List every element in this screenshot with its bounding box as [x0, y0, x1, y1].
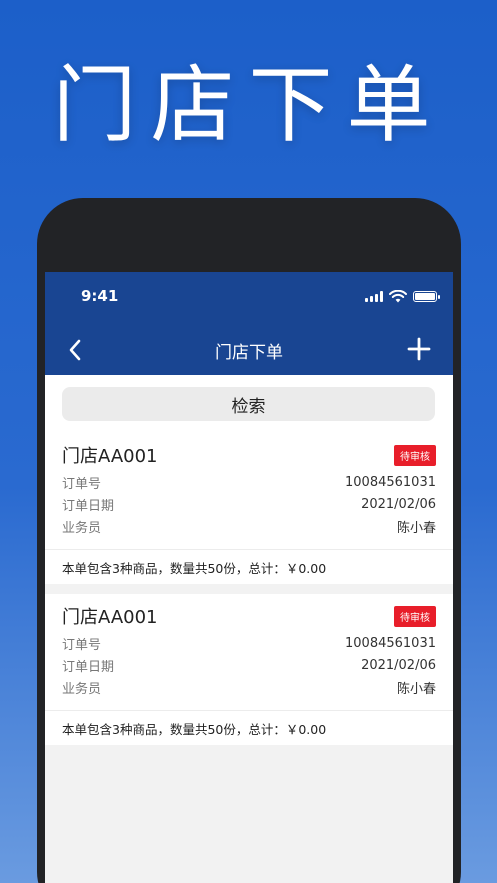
wifi-icon	[389, 290, 407, 303]
status-badge: 待审核	[394, 605, 436, 627]
order-card-body: 门店AA001 待审核 订单号 10084561031 订单日期 2021/02…	[45, 594, 453, 710]
info-label: 订单号	[62, 637, 102, 653]
order-date: 2021/02/06	[361, 657, 436, 673]
order-date: 2021/02/06	[361, 496, 436, 512]
search-section: 检索	[45, 375, 453, 433]
order-card[interactable]: 门店AA001 待审核 订单号 10084561031 订单日期 2021/02…	[45, 594, 453, 745]
signal-icon	[365, 291, 383, 302]
order-number: 10084561031	[345, 474, 436, 490]
order-number-row: 订单号 10084561031	[62, 471, 436, 493]
battery-icon	[413, 291, 440, 302]
salesperson-row: 业务员 陈小春	[62, 676, 436, 698]
promo-title: 门店下单	[52, 56, 445, 154]
search-button[interactable]: 检索	[62, 387, 435, 421]
order-card-header: 门店AA001 待审核	[62, 439, 436, 471]
order-number-row: 订单号 10084561031	[62, 632, 436, 654]
app-screen: 9:41 门店下单 检索 门店AA001 待审核 订单号 10084561031…	[45, 272, 453, 883]
order-date-row: 订单日期 2021/02/06	[62, 654, 436, 676]
order-summary: 本单包含3种商品，数量共50份，总计：￥0.00	[45, 549, 453, 584]
order-card-header: 门店AA001 待审核	[62, 600, 436, 632]
store-name: 门店AA001	[62, 607, 158, 628]
status-icons	[365, 290, 440, 303]
salesperson-row: 业务员 陈小春	[62, 515, 436, 537]
info-label: 订单日期	[62, 498, 115, 514]
order-card-body: 门店AA001 待审核 订单号 10084561031 订单日期 2021/02…	[45, 433, 453, 549]
status-time: 9:41	[81, 287, 119, 305]
salesperson: 陈小春	[396, 681, 436, 697]
order-card[interactable]: 门店AA001 待审核 订单号 10084561031 订单日期 2021/02…	[45, 433, 453, 584]
order-number: 10084561031	[345, 635, 436, 651]
status-badge: 待审核	[394, 444, 436, 466]
nav-bar: 门店下单	[45, 330, 453, 370]
add-order-button[interactable]	[407, 337, 431, 361]
nav-title: 门店下单	[215, 343, 283, 363]
order-date-row: 订单日期 2021/02/06	[62, 493, 436, 515]
info-label: 业务员	[62, 681, 102, 697]
info-label: 订单号	[62, 476, 102, 492]
salesperson: 陈小春	[396, 520, 436, 536]
info-label: 业务员	[62, 520, 102, 536]
info-label: 订单日期	[62, 659, 115, 675]
store-name: 门店AA001	[62, 446, 158, 467]
app-header: 9:41 门店下单	[45, 272, 453, 375]
order-summary: 本单包含3种商品，数量共50份，总计：￥0.00	[45, 710, 453, 745]
plus-icon	[407, 337, 431, 361]
